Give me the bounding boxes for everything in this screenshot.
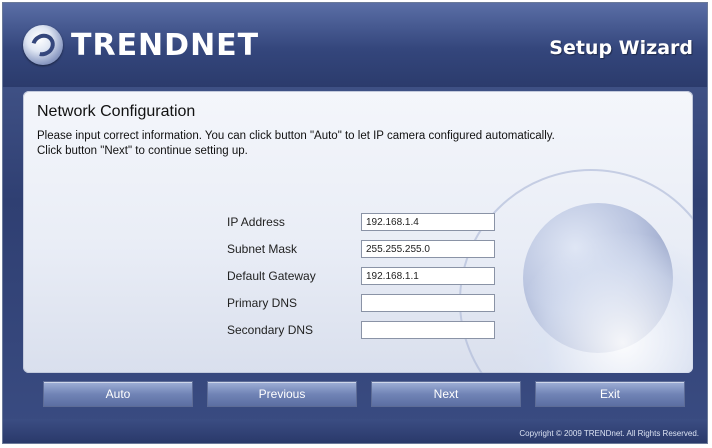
next-button[interactable]: Next: [371, 381, 521, 407]
ip-address-row: IP Address: [227, 211, 495, 233]
primary-dns-field[interactable]: [361, 294, 495, 312]
copyright-text: Copyright © 2009 TRENDnet. All Rights Re…: [519, 429, 699, 438]
trendnet-logo-icon: [23, 25, 63, 65]
header-bar: TRENDNET Setup Wizard: [3, 3, 707, 87]
instruction-line-2: Click button "Next" to continue setting …: [37, 145, 248, 157]
default-gateway-label: Default Gateway: [227, 269, 316, 283]
instruction-line-1: Please input correct information. You ca…: [37, 130, 555, 142]
network-configuration-panel: Network Configuration Please input corre…: [23, 91, 693, 373]
secondary-dns-field[interactable]: [361, 321, 495, 339]
primary-dns-row: Primary DNS: [227, 292, 495, 314]
auto-button[interactable]: Auto: [43, 381, 193, 407]
subnet-mask-row: Subnet Mask: [227, 238, 495, 260]
exit-button[interactable]: Exit: [535, 381, 685, 407]
subnet-mask-field[interactable]: [361, 240, 495, 258]
wizard-title: Setup Wizard: [549, 37, 693, 59]
previous-button[interactable]: Previous: [207, 381, 357, 407]
ip-address-label: IP Address: [227, 215, 285, 229]
subnet-mask-label: Subnet Mask: [227, 242, 298, 256]
instructions: Please input correct information. You ca…: [37, 129, 687, 159]
default-gateway-row: Default Gateway: [227, 265, 495, 287]
primary-dns-label: Primary DNS: [227, 296, 298, 310]
setup-wizard-window: TRENDNET Setup Wizard Network Configurat…: [2, 2, 708, 444]
page-title: Network Configuration: [37, 103, 196, 120]
brand-logo: TRENDNET: [23, 25, 259, 65]
secondary-dns-row: Secondary DNS: [227, 319, 495, 341]
brand-name: TRENDNET: [71, 27, 260, 63]
footer-bar: Copyright © 2009 TRENDnet. All Rights Re…: [3, 419, 707, 443]
default-gateway-field[interactable]: [361, 267, 495, 285]
secondary-dns-label: Secondary DNS: [227, 323, 314, 337]
ip-address-field[interactable]: [361, 213, 495, 231]
